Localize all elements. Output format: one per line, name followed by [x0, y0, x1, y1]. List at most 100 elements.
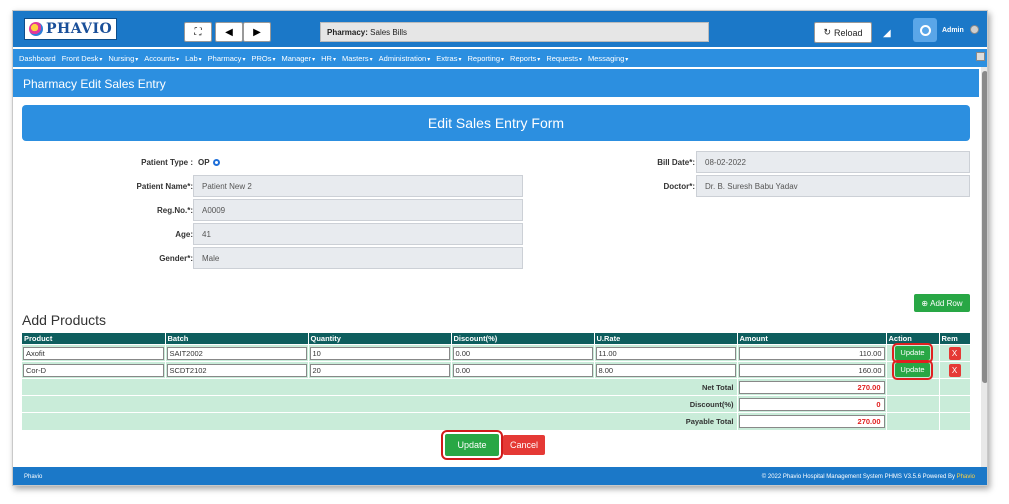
- doctor-field[interactable]: Dr. B. Suresh Babu Yadav: [696, 175, 970, 197]
- chevron-down-icon: ▾: [427, 56, 431, 63]
- back-button[interactable]: ◀: [215, 22, 243, 42]
- user-avatar[interactable]: [913, 18, 937, 42]
- product-input[interactable]: Axofit: [23, 346, 164, 360]
- batch-input[interactable]: SAIT2002: [166, 346, 307, 360]
- forward-button[interactable]: ▶: [243, 22, 271, 42]
- update-button[interactable]: Update: [441, 430, 503, 460]
- quantity-input[interactable]: 10: [309, 346, 450, 360]
- doctor-label: Doctor*:: [663, 182, 695, 191]
- chevron-down-icon: ▾: [176, 56, 180, 63]
- cancel-button[interactable]: Cancel: [503, 435, 545, 455]
- top-header: PHAVIO ⛶ ◀ ▶ Pharmacy: Sales Bills ↻ Rel…: [13, 11, 987, 47]
- logo-mark-icon: [29, 22, 43, 36]
- age-field[interactable]: 41: [193, 223, 523, 245]
- nav-item-administration[interactable]: Administration▾: [379, 54, 431, 63]
- nav-item-pharmacy[interactable]: Pharmacy▾: [208, 54, 246, 63]
- page-title: Pharmacy Edit Sales Entry: [13, 69, 979, 97]
- chevron-down-icon: ▾: [242, 56, 246, 63]
- payable-total-value: 270.00: [738, 414, 885, 428]
- reg-no-label: Reg.No.*:: [157, 206, 193, 215]
- nav-item-nursing[interactable]: Nursing▾: [108, 54, 138, 63]
- column-header: Rem: [939, 333, 971, 345]
- payable-total-row: Payable Total 270.00: [22, 412, 971, 430]
- add-products-heading: Add Products: [22, 312, 107, 328]
- chevron-down-icon: ▾: [332, 56, 336, 63]
- copyright-text: © 2022 Phavio Hospital Management System…: [761, 474, 955, 480]
- collapse-icon[interactable]: [976, 52, 985, 61]
- discount-total-label: Discount(%): [22, 395, 738, 413]
- module-label: Pharmacy:: [327, 28, 368, 37]
- amount-input[interactable]: 110.00: [738, 346, 885, 360]
- product-input[interactable]: Cor-D: [23, 363, 164, 377]
- discount-input[interactable]: 0.00: [452, 346, 593, 360]
- nav-item-dashboard[interactable]: Dashboard: [19, 54, 56, 63]
- footer-brand: Phavio: [24, 474, 43, 480]
- nav-item-reporting[interactable]: Reporting▾: [467, 54, 504, 63]
- fullscreen-button[interactable]: ⛶: [184, 22, 212, 42]
- column-header: Product: [22, 333, 166, 345]
- module-breadcrumb: Pharmacy: Sales Bills: [320, 22, 709, 42]
- chevron-down-icon: ▾: [625, 56, 629, 63]
- expand-icon: ⛶: [194, 26, 202, 38]
- chevron-down-icon: ▾: [369, 56, 373, 63]
- app-window: PHAVIO ⛶ ◀ ▶ Pharmacy: Sales Bills ↻ Rel…: [12, 10, 988, 486]
- chevron-down-icon: ▾: [135, 56, 139, 63]
- scrollbar-thumb[interactable]: [982, 71, 987, 383]
- patient-name-field[interactable]: Patient New 2: [193, 175, 523, 197]
- footer-brand-link[interactable]: Phavio: [957, 474, 975, 480]
- reg-no-field[interactable]: A0009: [193, 199, 523, 221]
- nav-item-lab[interactable]: Lab▾: [185, 54, 202, 63]
- gender-field[interactable]: Male: [193, 247, 523, 269]
- bill-date-field[interactable]: 08-02-2022: [696, 151, 970, 173]
- arrow-right-icon: ▶: [253, 26, 261, 38]
- row-update-button[interactable]: Update: [892, 360, 933, 380]
- discount-input[interactable]: 0.00: [452, 363, 593, 377]
- column-header: U.Rate: [594, 333, 738, 345]
- products-table: Product Batch Quantity Discount(%) U.Rat…: [22, 333, 971, 430]
- arrow-left-icon: ◀: [225, 26, 233, 38]
- user-menu-icon[interactable]: [970, 25, 979, 34]
- remove-row-button[interactable]: X: [948, 346, 961, 360]
- nav-item-pros[interactable]: PROs▾: [251, 54, 275, 63]
- nav-item-hr[interactable]: HR▾: [321, 54, 336, 63]
- nav-item-front-desk[interactable]: Front Desk▾: [62, 54, 103, 63]
- user-name[interactable]: Admin: [942, 27, 964, 34]
- logo-text: PHAVIO: [46, 21, 113, 37]
- discount-total-input[interactable]: 0: [738, 397, 885, 411]
- nav-item-messaging[interactable]: Messaging▾: [588, 54, 628, 63]
- remove-row-button[interactable]: X: [948, 363, 961, 377]
- column-header: Action: [886, 333, 940, 345]
- table-header-row: Product Batch Quantity Discount(%) U.Rat…: [22, 333, 971, 345]
- form-title: Edit Sales Entry Form: [22, 105, 970, 141]
- table-row: Axofit SAIT2002 10 0.00 11.00 110.00 Upd…: [22, 343, 971, 363]
- age-label: Age:: [175, 230, 193, 239]
- chevron-down-icon: ▾: [272, 56, 276, 63]
- chevron-down-icon: ▾: [312, 56, 316, 63]
- patient-type-option[interactable]: OP: [198, 158, 220, 167]
- nav-item-manager[interactable]: Manager▾: [281, 54, 315, 63]
- add-row-button[interactable]: ⊕ Add Row: [914, 294, 970, 312]
- nav-item-reports[interactable]: Reports▾: [510, 54, 540, 63]
- net-total-row: Net Total 270.00: [22, 378, 971, 396]
- rate-input[interactable]: 8.00: [595, 363, 736, 377]
- batch-input[interactable]: SCDT2102: [166, 363, 307, 377]
- nav-item-masters[interactable]: Masters▾: [342, 54, 373, 63]
- quantity-input[interactable]: 20: [309, 363, 450, 377]
- amount-input[interactable]: 160.00: [738, 363, 885, 377]
- reload-label: Reload: [834, 27, 863, 38]
- main-nav: Dashboard Front Desk▾ Nursing▾ Accounts▾…: [13, 49, 987, 67]
- nav-item-requests[interactable]: Requests▾: [546, 54, 582, 63]
- discount-total-row: Discount(%) 0: [22, 395, 971, 413]
- column-header: Discount(%): [451, 333, 595, 345]
- reload-button[interactable]: ↻ Reload: [814, 22, 872, 43]
- rate-input[interactable]: 11.00: [595, 346, 736, 360]
- row-update-button[interactable]: Update: [892, 343, 933, 363]
- radio-selected-icon[interactable]: [212, 159, 220, 166]
- app-logo[interactable]: PHAVIO: [24, 18, 117, 40]
- nav-item-extras[interactable]: Extras▾: [436, 54, 461, 63]
- net-total-label: Net Total: [22, 378, 738, 396]
- chevron-down-icon: ▾: [198, 56, 202, 63]
- patient-name-label: Patient Name*:: [136, 182, 193, 191]
- module-value: Sales Bills: [370, 28, 408, 37]
- nav-item-accounts[interactable]: Accounts▾: [144, 54, 179, 63]
